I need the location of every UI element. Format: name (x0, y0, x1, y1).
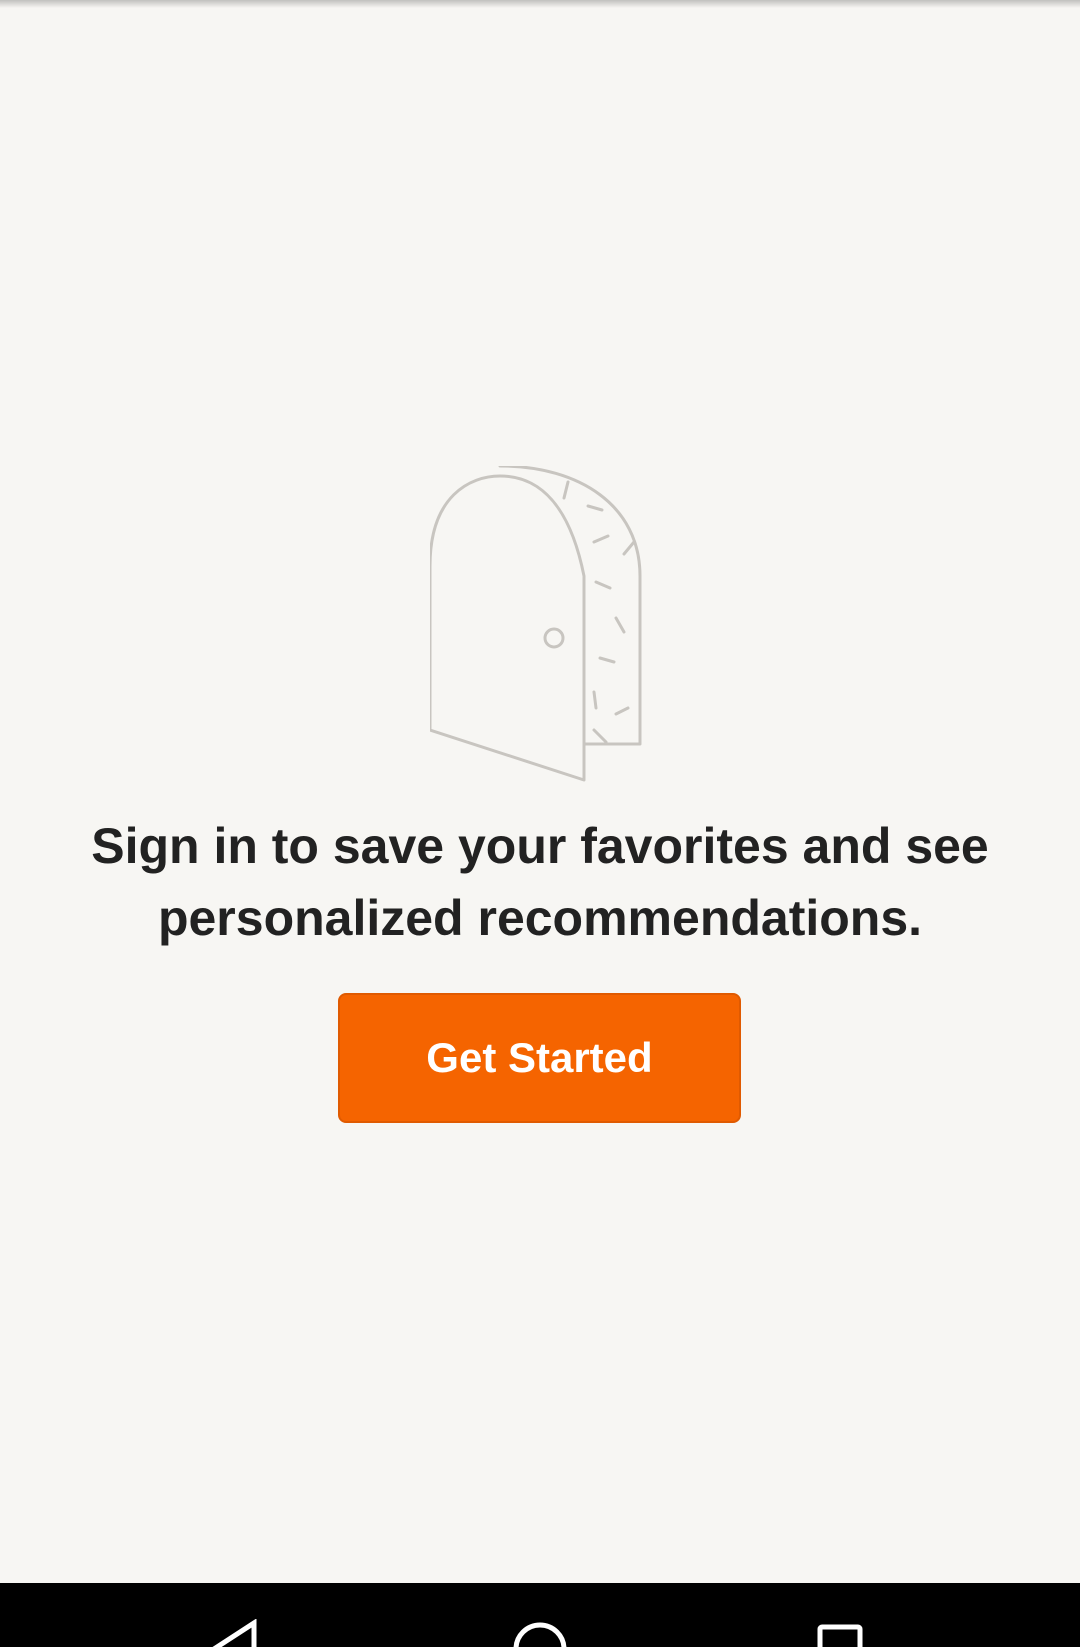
sign-in-message: Sign in to save your favorites and see p… (91, 818, 989, 946)
get-started-button[interactable]: Get Started (338, 993, 741, 1123)
app-bar-shadow (0, 0, 1080, 8)
back-triangle-icon[interactable] (206, 1619, 266, 1647)
home-circle-icon[interactable] (510, 1619, 570, 1647)
favorites-screen: Sign in to save your favorites and see p… (0, 0, 1080, 1647)
get-started-label: Get Started (426, 1034, 653, 1081)
open-door-icon (430, 466, 642, 782)
system-navigation-bar (0, 1583, 1080, 1647)
recents-square-icon[interactable] (812, 1619, 872, 1647)
